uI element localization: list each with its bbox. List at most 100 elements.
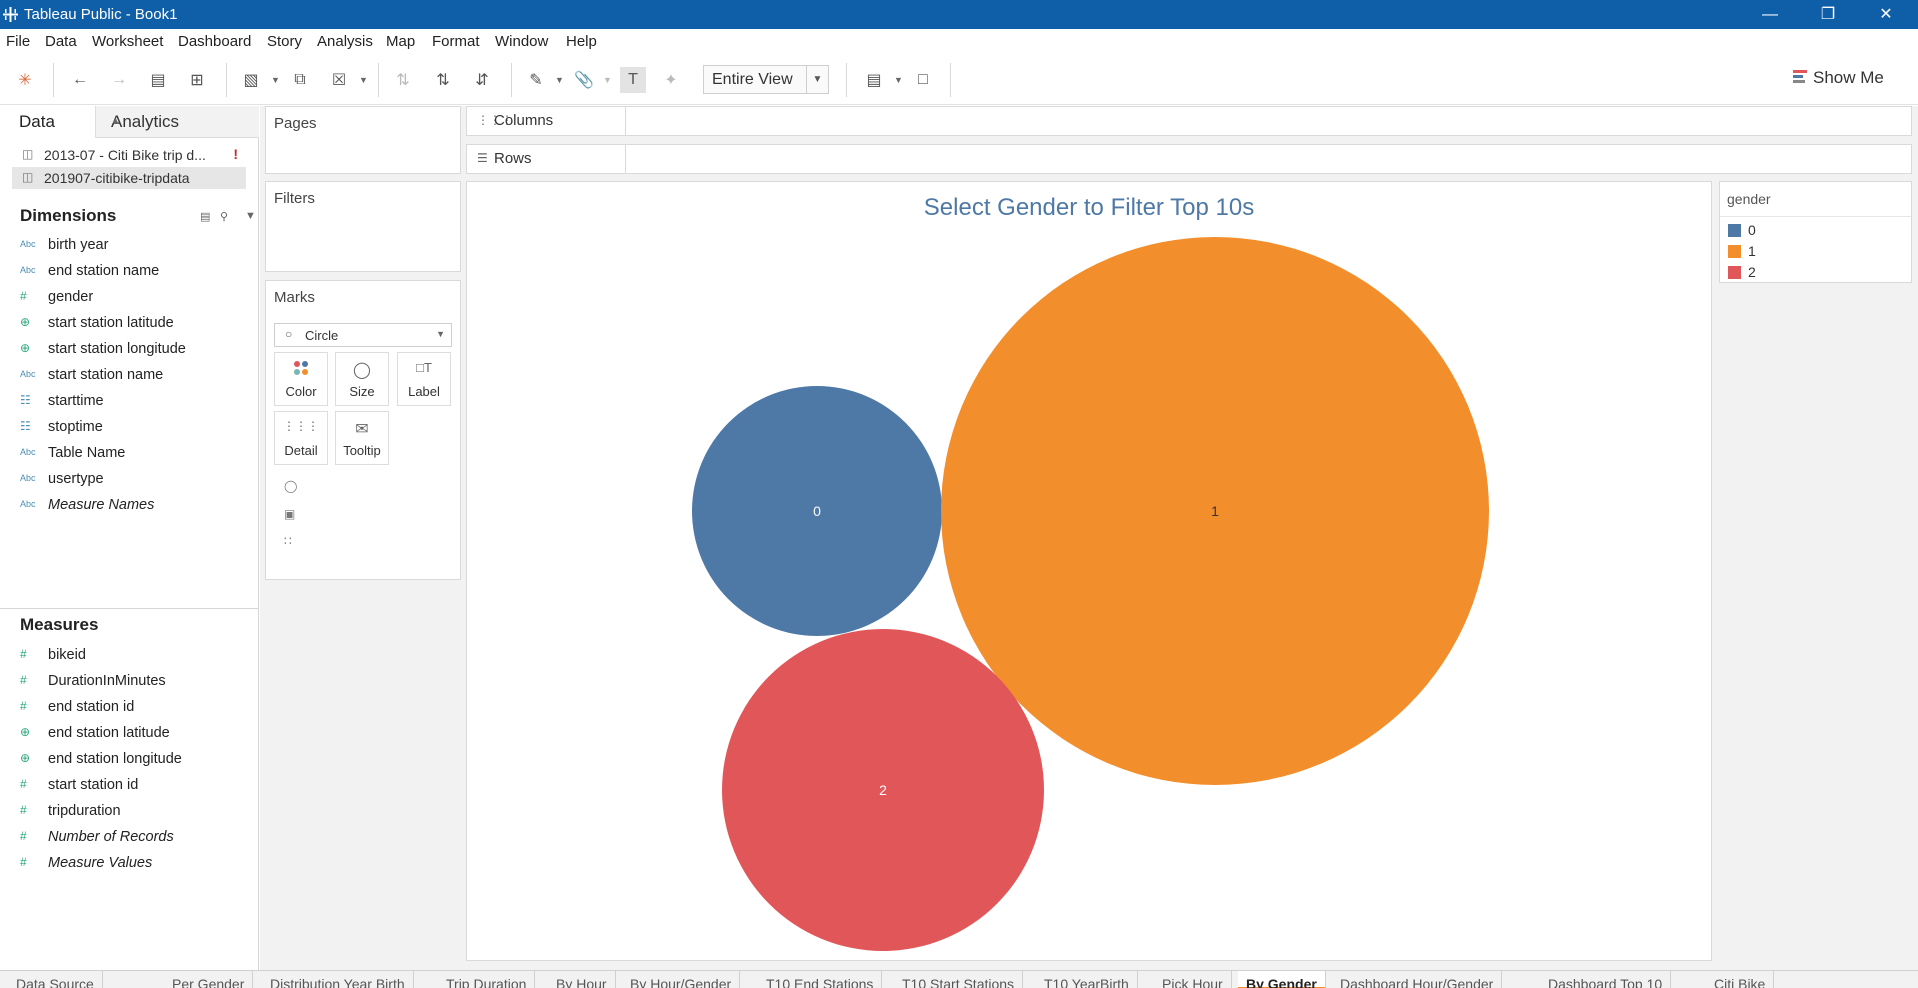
measure-field[interactable]: # bikeid [20, 646, 250, 666]
show-mark-labels-icon[interactable]: T [620, 67, 646, 93]
menu-format[interactable]: Format [432, 33, 480, 50]
sheet-tab[interactable]: Dashboard Top 10 [1540, 971, 1672, 988]
dimension-field[interactable]: # gender [20, 288, 250, 308]
tab-analytics[interactable]: Analytics ▲ [95, 106, 259, 138]
field-label: end station longitude [48, 751, 182, 767]
tableau-home-icon[interactable]: ✳ [12, 67, 38, 93]
view-as-list-icon[interactable]: ▤ [200, 210, 210, 223]
pill-label-gender[interactable]: gender [305, 502, 447, 524]
group-dropdown-icon[interactable]: ▼ [603, 75, 612, 85]
new-worksheet-dropdown-icon[interactable]: ▼ [271, 75, 280, 85]
measure-field[interactable]: # Number of Records [20, 828, 250, 848]
duplicate-sheet-icon[interactable]: ⧉ [287, 67, 313, 93]
show-me-button[interactable]: Show Me [1793, 68, 1884, 92]
dimension-field[interactable]: ☷ starttime [20, 392, 250, 412]
clear-sheet-icon[interactable]: ☒ [326, 67, 352, 93]
menu-map[interactable]: Map [386, 33, 415, 50]
rows-shelf[interactable]: ☰ Rows [466, 144, 1912, 174]
save-icon[interactable]: ▤ [145, 67, 171, 93]
measure-field[interactable]: ⊕ end station longitude [20, 750, 250, 770]
measure-field[interactable]: # DurationInMinutes [20, 672, 250, 692]
sheet-tab[interactable]: Distribution Year Birth [262, 971, 414, 988]
sheet-tab[interactable]: By Gender [1238, 971, 1326, 988]
dimension-field[interactable]: Abc start station name [20, 366, 250, 386]
measure-field[interactable]: # start station id [20, 776, 250, 796]
sheet-tab[interactable]: Citi Bike [1706, 971, 1775, 988]
mark-type-dropdown[interactable]: ○ Circle ▼ [274, 323, 452, 347]
sheet-tab[interactable]: Data Source [8, 971, 103, 988]
pages-card[interactable]: Pages [265, 106, 461, 174]
highlight-dropdown-icon[interactable]: ▼ [555, 75, 564, 85]
sheet-tab[interactable]: By Hour [548, 971, 616, 988]
highlight-icon[interactable]: ✎ [523, 67, 549, 93]
tableau-logo-icon [3, 7, 18, 22]
search-icon[interactable]: ⚲ [220, 210, 228, 223]
string-type-icon: Abc [20, 473, 36, 483]
legend-item[interactable]: 1 [1728, 241, 1908, 261]
menu-dashboard[interactable]: Dashboard [178, 33, 251, 50]
dimension-field[interactable]: Abc Measure Names [20, 496, 250, 516]
dimension-field[interactable]: Abc Table Name [20, 444, 250, 464]
filters-card[interactable]: Filters [265, 181, 461, 272]
detail-button[interactable]: ⋮⋮⋮ Detail [274, 411, 328, 465]
number-type-icon: # [20, 699, 27, 713]
sheet-tab[interactable]: Per Gender [164, 971, 254, 988]
legend-item[interactable]: 0 [1728, 220, 1908, 240]
menu-window[interactable]: Window [495, 33, 548, 50]
sheet-tab[interactable]: Pick Hour [1154, 971, 1232, 988]
clear-sheet-dropdown-icon[interactable]: ▼ [359, 75, 368, 85]
label-button[interactable]: □T Label [397, 352, 451, 406]
new-worksheet-icon[interactable]: ▧ [238, 67, 264, 93]
dimension-field[interactable]: Abc birth year [20, 236, 250, 256]
show-hide-cards-icon[interactable]: ▤ [861, 67, 887, 93]
menu-worksheet[interactable]: Worksheet [92, 33, 163, 50]
menu-story[interactable]: Story [267, 33, 302, 50]
pill-size-number-of-records[interactable]: SUM(Number .. [305, 475, 447, 497]
measure-field[interactable]: # end station id [20, 698, 250, 718]
dimension-field[interactable]: ⊕ start station latitude [20, 314, 250, 334]
presentation-mode-icon[interactable]: □ [910, 67, 936, 93]
new-datasource-icon[interactable]: ⊞ [184, 67, 210, 93]
dimension-field[interactable]: Abc end station name [20, 262, 250, 282]
dimension-field[interactable]: Abc usertype [20, 470, 250, 490]
sort-descending-icon[interactable]: ⇵ [469, 67, 495, 93]
sheet-tab[interactable]: T10 End Stations [758, 971, 883, 988]
menu-data[interactable]: Data [45, 33, 77, 50]
group-members-icon[interactable]: 📎 [571, 67, 597, 93]
columns-shelf[interactable]: ⋮⋮⋮ Columns [466, 106, 1912, 136]
string-type-icon: Abc [20, 265, 36, 275]
undo-icon[interactable]: ← [67, 67, 93, 93]
dimension-field[interactable]: ☷ stoptime [20, 418, 250, 438]
fit-dropdown[interactable]: Entire View ▼ [703, 65, 829, 94]
measure-field[interactable]: # Measure Values [20, 854, 250, 874]
pin-axes-icon[interactable]: ✦ [658, 67, 684, 93]
menu-analysis[interactable]: Analysis [317, 33, 373, 50]
redo-icon[interactable]: → [106, 67, 132, 93]
sheet-tab[interactable]: Trip Duration [438, 971, 536, 988]
tab-data[interactable]: Data [0, 106, 95, 138]
swap-rows-columns-icon[interactable]: ⇅ [390, 67, 416, 93]
pill-color-gender[interactable]: gender [305, 529, 447, 551]
sheet-tab[interactable]: By Hour/Gender [622, 971, 741, 988]
size-button[interactable]: ◯ Size [335, 352, 389, 406]
string-type-icon: Abc [20, 369, 36, 379]
show-hide-cards-dropdown-icon[interactable]: ▼ [894, 75, 903, 85]
restore-icon[interactable]: ❐ [1799, 0, 1857, 29]
color-button[interactable]: Color [274, 352, 328, 406]
measure-field[interactable]: ⊕ end station latitude [20, 724, 250, 744]
minimize-icon[interactable]: — [1741, 0, 1799, 29]
legend-item[interactable]: 2 [1728, 262, 1908, 282]
datasource-item-active[interactable]: ◫ 201907-citibike-tripdata [12, 167, 246, 189]
measure-field[interactable]: # tripduration [20, 802, 250, 822]
close-icon[interactable]: ✕ [1857, 0, 1915, 29]
chevron-down-icon[interactable]: ▼ [245, 210, 256, 222]
tooltip-button[interactable]: ✉ Tooltip [335, 411, 389, 465]
sheet-tab[interactable]: T10 Start Stations [894, 971, 1024, 988]
menu-file[interactable]: File [6, 33, 30, 50]
menu-help[interactable]: Help [566, 33, 597, 50]
dimension-field[interactable]: ⊕ start station longitude [20, 340, 250, 360]
sheet-tab[interactable]: T10 YearBirth [1036, 971, 1138, 988]
datasource-item[interactable]: ◫ 2013-07 - Citi Bike trip d... ! [12, 144, 246, 166]
sheet-tab[interactable]: Dashboard Hour/Gender [1332, 971, 1503, 988]
sort-ascending-icon[interactable]: ⇅ [430, 67, 456, 93]
